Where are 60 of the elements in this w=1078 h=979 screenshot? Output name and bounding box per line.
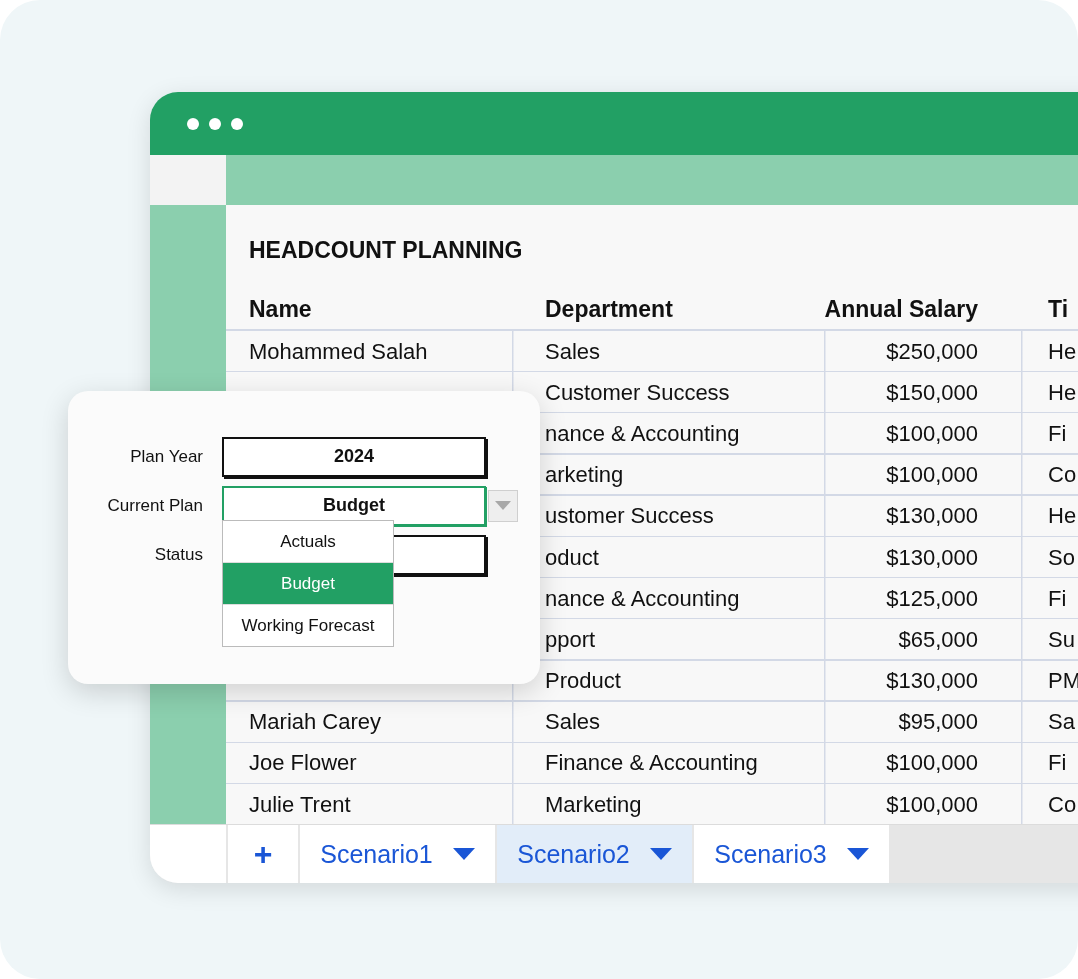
table-cell: Su [1048, 626, 1075, 653]
table-cell: Sales [545, 709, 601, 736]
column-header: Annual Salary [824, 296, 978, 323]
table-cell: Sales [545, 338, 601, 365]
table-cell: Marketing [545, 791, 642, 818]
table-cell: oduct [545, 544, 599, 571]
caret-icon [649, 848, 672, 860]
table-cell: $100,000 [886, 750, 978, 777]
table-cell: $250,000 [886, 338, 978, 365]
table-cell: $130,000 [886, 668, 978, 695]
table-cell: Fi [1048, 585, 1067, 612]
table-cell: Mohammed Salah [249, 338, 428, 365]
table-cell: $125,000 [886, 585, 978, 612]
table-cell: Sa [1048, 709, 1075, 736]
sheet-tab[interactable]: Scenario2 [497, 825, 692, 883]
table-cell: pport [545, 626, 596, 653]
table-cell: $100,000 [886, 791, 978, 818]
table-cell: $95,000 [898, 709, 978, 736]
table-cell: Julie Trent [249, 791, 351, 818]
sheet-tab[interactable]: Scenario3 [694, 825, 889, 883]
table-cell: $130,000 [886, 503, 978, 530]
field-label: Status [153, 544, 203, 565]
table-cell: He [1048, 503, 1077, 530]
column-header: Name [249, 296, 312, 323]
table-cell: So [1048, 544, 1075, 571]
table-cell: Fi [1048, 420, 1067, 447]
table-cell: nance & Accounting [545, 585, 740, 612]
table-cell: $150,000 [886, 379, 978, 406]
dropdown-button[interactable] [488, 489, 518, 522]
column-header: Ti [1048, 296, 1069, 323]
caret-icon [495, 501, 511, 510]
input-field[interactable]: Budget [222, 485, 486, 526]
field-label: Current Plan [106, 495, 203, 516]
table-cell: ustomer Success [545, 503, 714, 530]
caret-icon [452, 848, 475, 860]
table-cell: Finance & Accounting [545, 750, 758, 777]
caret-icon [846, 848, 869, 860]
table-cell: Product [545, 668, 621, 695]
column-header: Department [545, 296, 673, 323]
dropdown-option[interactable]: Working Forecast [223, 605, 393, 646]
table-cell: He [1048, 379, 1077, 406]
table-cell: Customer Success [545, 379, 730, 406]
input-field[interactable]: 2024 [222, 436, 486, 477]
table-cell: Joe Flower [249, 750, 357, 777]
table-cell: $100,000 [886, 420, 978, 447]
sheet-tab[interactable]: Scenario1 [300, 825, 495, 883]
table-cell: Mariah Carey [249, 709, 382, 736]
table-cell: $130,000 [886, 544, 978, 571]
table-cell: nance & Accounting [545, 420, 740, 447]
add-sheet-button[interactable]: + [228, 825, 298, 883]
table-cell: Co [1048, 462, 1077, 489]
table-cell: $65,000 [898, 626, 978, 653]
table-cell: He [1048, 338, 1077, 365]
table-cell: $100,000 [886, 462, 978, 489]
dropdown-option[interactable]: Budget [223, 563, 393, 605]
sheet-title: HEADCOUNT PLANNING [248, 236, 523, 265]
table-cell: Fi [1048, 750, 1067, 777]
table-cell: Co [1048, 791, 1077, 818]
field-label: Plan Year [129, 446, 203, 467]
table-cell: arketing [545, 462, 624, 489]
